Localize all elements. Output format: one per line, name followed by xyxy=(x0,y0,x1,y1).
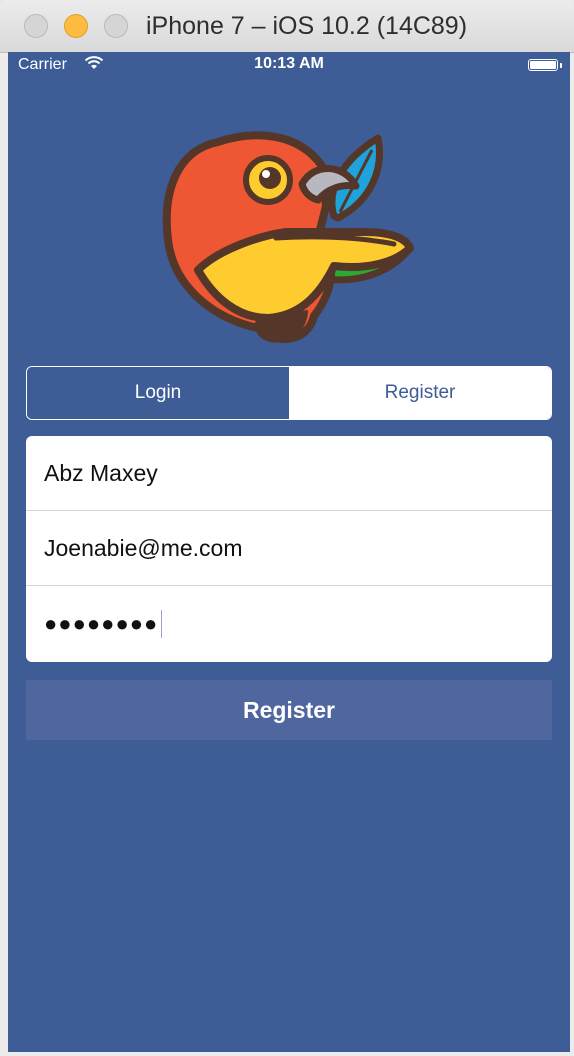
password-field-value: ●●●●●●●● xyxy=(44,610,159,636)
close-window-button[interactable] xyxy=(24,14,48,38)
status-bar: Carrier 10:13 AM xyxy=(8,52,570,80)
tab-register[interactable]: Register xyxy=(289,367,551,419)
password-field[interactable]: ●●●●●●●● xyxy=(26,586,552,661)
zoom-window-button[interactable] xyxy=(104,14,128,38)
registration-form: Abz Maxey Joenabie@me.com ●●●●●●●● xyxy=(26,436,552,662)
text-cursor xyxy=(161,609,163,638)
simulator-window: iPhone 7 – iOS 10.2 (14C89) Carrier 10:1… xyxy=(0,0,574,1056)
status-time: 10:13 AM xyxy=(254,55,324,72)
email-field-value: Joenabie@me.com xyxy=(44,534,243,561)
window-titlebar: iPhone 7 – iOS 10.2 (14C89) xyxy=(0,0,574,53)
register-button[interactable]: Register xyxy=(26,680,552,740)
battery-tip xyxy=(560,63,562,68)
window-title: iPhone 7 – iOS 10.2 (14C89) xyxy=(146,12,468,40)
battery-icon xyxy=(528,59,558,71)
tab-login[interactable]: Login xyxy=(27,367,289,419)
minimize-window-button[interactable] xyxy=(64,14,88,38)
bower-bird-logo xyxy=(162,131,414,344)
name-field[interactable]: Abz Maxey xyxy=(26,436,552,511)
login-register-segmented-control: Login Register xyxy=(26,366,552,420)
email-field[interactable]: Joenabie@me.com xyxy=(26,511,552,586)
phone-screen: Carrier 10:13 AM Login Register Abz Maxe… xyxy=(8,52,570,1052)
name-field-value: Abz Maxey xyxy=(44,459,158,486)
